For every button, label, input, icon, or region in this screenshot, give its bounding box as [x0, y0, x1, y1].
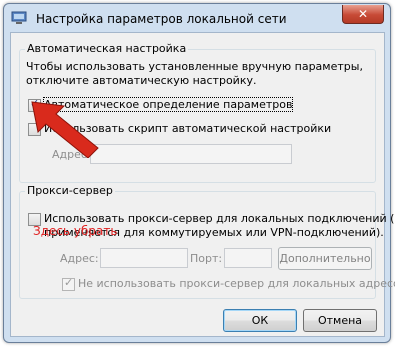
advanced-button[interactable]: Дополнительно — [278, 247, 372, 270]
annotation-arrow-icon — [31, 101, 99, 158]
ok-button[interactable]: ОК — [223, 309, 297, 332]
script-address-input[interactable] — [90, 144, 292, 164]
proxy-address-label: Адрес: — [60, 252, 99, 265]
close-button[interactable]: ✕ — [342, 5, 384, 24]
bypass-local-label[interactable]: Не использовать прокси-сервер для локаль… — [78, 277, 395, 290]
close-icon: ✕ — [357, 7, 369, 21]
lan-settings-dialog: Настройка параметров локальной сети ✕ Ав… — [3, 3, 395, 343]
proxy-port-input[interactable] — [224, 248, 272, 268]
auto-config-description-line2: отключите автоматическую настройку. — [26, 74, 257, 87]
proxy-port-label: Порт: — [190, 252, 223, 265]
proxy-group-title: Прокси-сервер — [25, 184, 115, 197]
cancel-button[interactable]: Отмена — [303, 309, 377, 332]
proxy-group: Прокси-сервер Использовать прокси-сервер… — [19, 184, 395, 299]
bypass-local-checkbox[interactable] — [62, 276, 75, 291]
window-title: Настройка параметров локальной сети — [36, 12, 287, 26]
network-icon — [11, 11, 27, 25]
proxy-address-input[interactable] — [100, 248, 188, 268]
auto-config-description-line1: Чтобы использовать установленные вручную… — [26, 60, 363, 73]
title-bar[interactable]: Настройка параметров локальной сети ✕ — [4, 4, 390, 32]
auto-config-group-title: Автоматическая настройка — [25, 42, 189, 55]
annotation-text: Здесь убрать — [33, 224, 118, 238]
dialog-body: Автоматическая настройка Чтобы использов… — [10, 32, 395, 337]
